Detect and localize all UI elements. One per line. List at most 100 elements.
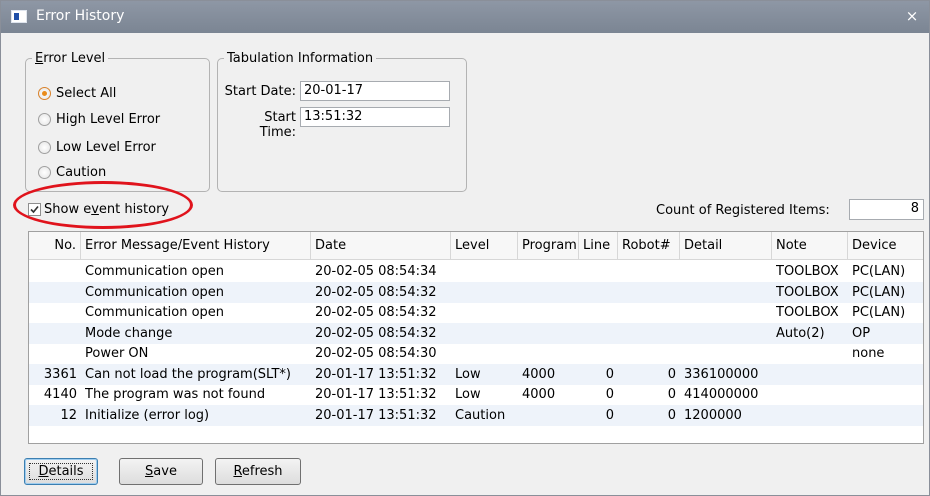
col-header-no[interactable]: No. bbox=[29, 232, 81, 260]
cell-msg: Communication open bbox=[85, 284, 225, 300]
radio-high-level-error[interactable]: High Level Error bbox=[38, 110, 160, 128]
cell-device bbox=[852, 405, 923, 426]
col-header-note[interactable]: Note bbox=[772, 232, 848, 260]
cell-level: Low bbox=[455, 366, 481, 382]
cell-msg: Initialize (error log) bbox=[85, 407, 210, 423]
col-header-level[interactable]: Level bbox=[451, 232, 518, 260]
cell-program: 4000 bbox=[522, 366, 556, 382]
cell-robot: 0 bbox=[667, 387, 676, 402]
cell-detail bbox=[684, 343, 772, 364]
red-highlight-circle bbox=[13, 181, 193, 229]
cell-no bbox=[29, 323, 77, 344]
cell-line: 0 bbox=[605, 366, 614, 382]
cell-date: 20-02-05 08:54:32 bbox=[315, 325, 437, 341]
radio-icon bbox=[38, 165, 51, 179]
cell-program bbox=[522, 323, 579, 344]
table-row[interactable]: 4140 The program was not found 20-01-17 13… bbox=[29, 384, 923, 405]
error-level-legend: Error Level bbox=[35, 51, 106, 66]
radio-label: Select All bbox=[56, 85, 117, 101]
table-row[interactable]: Power ON 20-02-05 08:54:30 none bbox=[29, 343, 923, 364]
cell-note: TOOLBOX bbox=[776, 305, 839, 320]
close-icon[interactable]: × bbox=[903, 7, 921, 25]
cell-line bbox=[579, 302, 614, 323]
table-row[interactable]: Communication open 20-02-05 08:54:32 TOOLB… bbox=[29, 302, 923, 323]
cell-msg: Mode change bbox=[85, 325, 173, 341]
cell-detail: 1200000 bbox=[684, 407, 742, 423]
cell-note: TOOLBOX bbox=[776, 264, 839, 279]
cell-program bbox=[522, 302, 579, 323]
cell-line bbox=[579, 261, 614, 282]
cell-date: 20-02-05 08:54:32 bbox=[315, 305, 437, 320]
cell-level bbox=[455, 261, 518, 282]
cell-line bbox=[579, 282, 614, 303]
table-row[interactable]: Communication open 20-02-05 08:54:34 TOOLB… bbox=[29, 261, 923, 282]
col-header-robot[interactable]: Robot# bbox=[618, 232, 680, 260]
cell-date: 20-02-05 08:54:32 bbox=[315, 284, 437, 300]
cell-robot bbox=[618, 323, 676, 344]
cell-msg: The program was not found bbox=[85, 387, 266, 402]
cell-date: 20-01-17 13:51:32 bbox=[315, 366, 437, 382]
cell-note: TOOLBOX bbox=[776, 284, 839, 300]
radio-low-level-error[interactable]: Low Level Error bbox=[38, 138, 156, 156]
cell-device: OP bbox=[852, 325, 871, 341]
cell-date: 20-02-05 08:54:34 bbox=[315, 264, 437, 279]
details-button[interactable]: Details bbox=[24, 458, 98, 485]
cell-detail bbox=[684, 261, 772, 282]
cell-date: 20-01-17 13:51:32 bbox=[315, 387, 437, 402]
cell-note: Auto(2) bbox=[776, 325, 825, 341]
cell-program bbox=[522, 343, 579, 364]
cell-program bbox=[522, 282, 579, 303]
cell-line: 0 bbox=[605, 387, 614, 402]
cell-program: 4000 bbox=[522, 387, 556, 402]
tabulation-legend: Tabulation Information bbox=[227, 51, 374, 66]
table-row[interactable]: 12 Initialize (error log) 20-01-17 13:51:3… bbox=[29, 404, 923, 426]
cell-no bbox=[29, 261, 77, 282]
cell-detail: 414000000 bbox=[684, 387, 759, 402]
cell-device: PC(LAN) bbox=[852, 264, 906, 279]
start-date-field[interactable]: 20-01-17 bbox=[300, 81, 450, 101]
radio-label: High Level Error bbox=[56, 111, 161, 127]
table-header: No. Error Message/Event History Date Lev… bbox=[29, 232, 923, 260]
cell-detail bbox=[684, 302, 772, 323]
count-value-field: 8 bbox=[849, 199, 924, 220]
save-button[interactable]: Save bbox=[119, 458, 203, 485]
cell-robot bbox=[618, 302, 676, 323]
cell-detail: 336100000 bbox=[684, 366, 759, 382]
cell-device: none bbox=[852, 346, 885, 361]
col-header-detail[interactable]: Detail bbox=[680, 232, 772, 260]
cell-no: 12 bbox=[60, 407, 77, 423]
focus-rect bbox=[29, 463, 93, 480]
title-bar[interactable]: Error History × bbox=[1, 1, 929, 33]
table-row[interactable]: 3361 Can not load the program(SLT*) 20-01-… bbox=[29, 363, 923, 385]
start-date-label: Start Date: bbox=[224, 84, 296, 99]
radio-caution[interactable]: Caution bbox=[38, 163, 106, 181]
cell-device: PC(LAN) bbox=[852, 284, 906, 300]
cell-date: 20-01-17 13:51:32 bbox=[315, 407, 437, 423]
col-header-message[interactable]: Error Message/Event History bbox=[81, 232, 311, 260]
table-row[interactable]: Communication open 20-02-05 08:54:32 TOOLB… bbox=[29, 281, 923, 303]
refresh-button[interactable]: Refresh bbox=[215, 458, 301, 485]
cell-level bbox=[455, 323, 518, 344]
col-header-device[interactable]: Device bbox=[848, 232, 923, 260]
cell-robot: 0 bbox=[667, 407, 676, 423]
cell-robot bbox=[618, 343, 676, 364]
cell-detail bbox=[684, 282, 772, 303]
col-header-date[interactable]: Date bbox=[311, 232, 451, 260]
radio-select-all[interactable]: Select All bbox=[38, 84, 116, 102]
cell-no bbox=[29, 282, 77, 303]
cell-line bbox=[579, 323, 614, 344]
col-header-line[interactable]: Line bbox=[579, 232, 618, 260]
table-row[interactable]: Mode change 20-02-05 08:54:32 Auto(2) OP bbox=[29, 322, 923, 344]
cell-no: 3361 bbox=[43, 366, 77, 382]
start-time-field[interactable]: 13:51:32 bbox=[300, 107, 450, 127]
error-history-table[interactable]: No. Error Message/Event History Date Lev… bbox=[28, 231, 924, 444]
col-header-program[interactable]: Program bbox=[518, 232, 579, 260]
cell-level bbox=[455, 302, 518, 323]
cell-no bbox=[29, 302, 77, 323]
app-icon bbox=[11, 10, 27, 23]
cell-no: 4140 bbox=[43, 387, 77, 402]
cell-note bbox=[776, 384, 848, 405]
cell-device bbox=[852, 384, 923, 405]
error-level-group: Error Level Select All High Level Error … bbox=[25, 51, 210, 192]
cell-msg: Communication open bbox=[85, 264, 225, 279]
